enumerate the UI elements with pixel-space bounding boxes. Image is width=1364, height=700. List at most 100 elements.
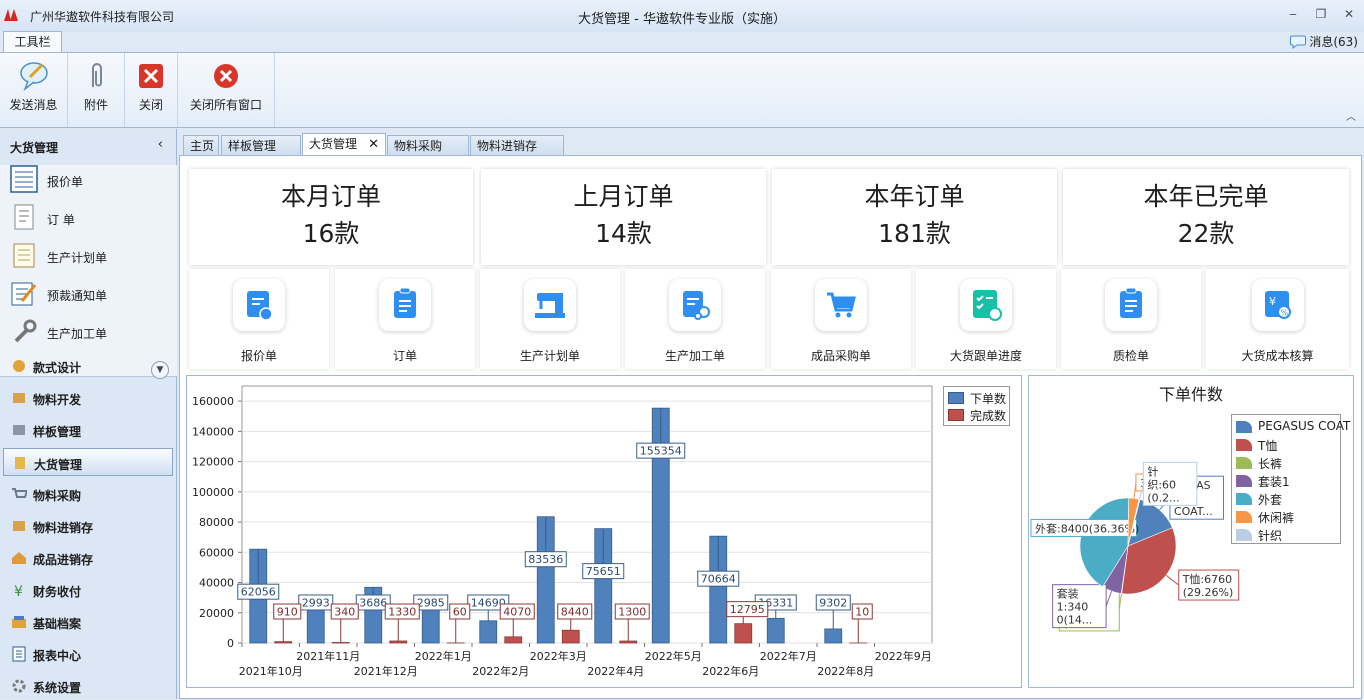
data-label: 1330: [388, 606, 416, 619]
stat-title: 本年订单: [772, 177, 1057, 213]
legend-swatch-red: [948, 409, 964, 421]
module-sample-mgmt[interactable]: 样板管理: [3, 416, 173, 444]
order-bar: [767, 618, 784, 643]
module-label: 大货管理: [34, 456, 82, 473]
legend-swatch: [1236, 421, 1252, 433]
sub-item-order[interactable]: 订 单: [10, 203, 170, 233]
legend-label: 下单数: [970, 390, 1006, 407]
module-material-purchase[interactable]: 物料采购: [3, 480, 173, 508]
module-material-dev[interactable]: 物料开发: [3, 384, 173, 412]
close-window-button[interactable]: ✕: [1342, 6, 1356, 22]
module-product-inventory[interactable]: 成品进销存: [3, 544, 173, 572]
messages-link[interactable]: 消息(63): [1290, 33, 1358, 50]
pie-data-label: 1:340: [1057, 601, 1089, 614]
wrench-icon: [10, 317, 38, 345]
send-message-button[interactable]: 发送消息: [0, 53, 68, 127]
sub-item-label: 订 单: [47, 211, 75, 228]
x-tick-label: 2022年9月: [875, 649, 932, 663]
send-message-icon: [20, 61, 48, 91]
done-bar: [332, 642, 349, 643]
stat-card-year-completed: 本年已完单 22款: [1063, 169, 1349, 265]
checklist-clock-icon: [960, 279, 1012, 331]
module-label: 报表中心: [33, 647, 81, 664]
pie-data-label: (0.2...: [1147, 491, 1179, 504]
legend-swatch: [1236, 493, 1252, 505]
module-bulk-mgmt[interactable]: 大货管理: [3, 448, 173, 476]
module-report-center[interactable]: 报表中心: [3, 640, 173, 668]
quick-link-processing-order[interactable]: 生产加工单: [625, 269, 765, 369]
quick-link-bulk-tracking[interactable]: 大货跟单进度: [916, 269, 1056, 369]
legend-label: T恤: [1258, 437, 1277, 454]
sub-item-list: 报价单 订 单 生产计划单 预裁通知单: [0, 165, 177, 377]
x-tick-label: 2022年5月: [645, 649, 702, 663]
y-tick-label: 40000: [199, 577, 234, 590]
legend-label: 休闲裤: [1258, 509, 1294, 526]
legend-swatch: [1236, 457, 1252, 469]
nav-header: 大货管理 ‹: [0, 129, 177, 165]
close-button[interactable]: 关闭: [125, 53, 178, 127]
data-label: 75651: [586, 565, 621, 578]
y-tick-label: 120000: [192, 456, 234, 469]
legend-label: 完成数: [970, 407, 1006, 424]
module-label: 基础档案: [33, 615, 81, 632]
tab-close-icon[interactable]: ✕: [368, 135, 379, 155]
sub-item-label: 生产计划单: [47, 249, 107, 266]
restore-button[interactable]: ❐: [1314, 6, 1328, 22]
module-finance[interactable]: ¥ 财务收付: [3, 576, 173, 604]
yen-icon: ¥: [11, 582, 27, 598]
tab-material-purchase[interactable]: 物料采购: [387, 135, 469, 156]
archive-icon: [11, 614, 27, 630]
x-tick-label: 2022年3月: [530, 649, 587, 663]
module-style-design[interactable]: 款式设计: [3, 352, 173, 380]
chevron-left-icon[interactable]: ‹: [158, 137, 163, 152]
x-tick-label: 2022年8月: [817, 664, 874, 678]
legend-swatch: [1236, 439, 1252, 451]
module-label: 系统设置: [33, 679, 81, 696]
quick-link-label: 订单: [335, 347, 475, 364]
module-base-archive[interactable]: 基础档案: [3, 608, 173, 636]
quick-link-label: 成品采购单: [771, 347, 911, 364]
svg-text:¥: ¥: [14, 584, 23, 598]
y-tick-label: 0: [227, 637, 234, 650]
quick-link-label: 生产加工单: [625, 347, 765, 364]
sub-item-processing-order[interactable]: 生产加工单: [10, 317, 170, 347]
module-material-inventory[interactable]: 物料进销存: [3, 512, 173, 540]
material-box-icon: [11, 390, 27, 406]
quick-link-quote[interactable]: 报价单: [189, 269, 329, 369]
quick-link-label: 质检单: [1061, 347, 1201, 364]
module-system-settings[interactable]: 系统设置: [3, 672, 173, 700]
tab-bulk-mgmt[interactable]: 大货管理 ✕: [302, 133, 386, 157]
stat-card-this-year: 本年订单 181款: [772, 169, 1057, 265]
quick-link-product-purchase[interactable]: 成品采购单: [771, 269, 911, 369]
legend-label: 长裤: [1258, 455, 1282, 472]
sub-item-production-plan[interactable]: 生产计划单: [10, 241, 170, 271]
quick-link-bulk-cost[interactable]: ¥% 大货成本核算: [1206, 269, 1349, 369]
quick-link-label: 报价单: [189, 347, 329, 364]
sub-item-quote[interactable]: 报价单: [10, 165, 170, 195]
module-label: 物料进销存: [33, 519, 93, 536]
module-label: 物料开发: [33, 391, 81, 408]
title-bar: 广州华遨软件科技有限公司 大货管理 - 华遨软件专业版（实施） ‒ ❐ ✕: [0, 0, 1364, 32]
quick-link-production-plan[interactable]: 生产计划单: [480, 269, 620, 369]
minimize-button[interactable]: ‒: [1286, 6, 1300, 22]
x-tick-label: 2022年4月: [587, 664, 644, 678]
attachment-button[interactable]: 附件: [68, 53, 125, 127]
done-bar: [735, 624, 752, 643]
sub-item-precut-notice[interactable]: 预裁通知单: [10, 279, 170, 309]
tab-material-inventory[interactable]: 物料进销存: [470, 135, 564, 156]
quick-link-label: 大货跟单进度: [916, 347, 1056, 364]
pie-data-label: 0(14...: [1057, 614, 1093, 627]
ribbon-collapse-button[interactable]: ︿: [1346, 108, 1356, 123]
close-all-windows-button[interactable]: 关闭所有窗口: [178, 53, 275, 127]
stat-title: 本年已完单: [1063, 177, 1349, 213]
ribbon-tab-toolbar[interactable]: 工具栏: [3, 31, 62, 53]
sewing-machine-icon: [524, 279, 576, 331]
legend-label: 套装1: [1258, 473, 1290, 490]
quick-link-label: 生产计划单: [480, 347, 620, 364]
tab-sample-mgmt[interactable]: 样板管理: [221, 135, 301, 156]
quick-link-order[interactable]: 订单: [335, 269, 475, 369]
quick-link-quality-check[interactable]: 质检单: [1061, 269, 1201, 369]
tab-home[interactable]: 主页: [183, 135, 219, 156]
stat-card-this-month: 本月订单 16款: [189, 169, 473, 265]
speech-bubble-icon: [1290, 35, 1306, 49]
